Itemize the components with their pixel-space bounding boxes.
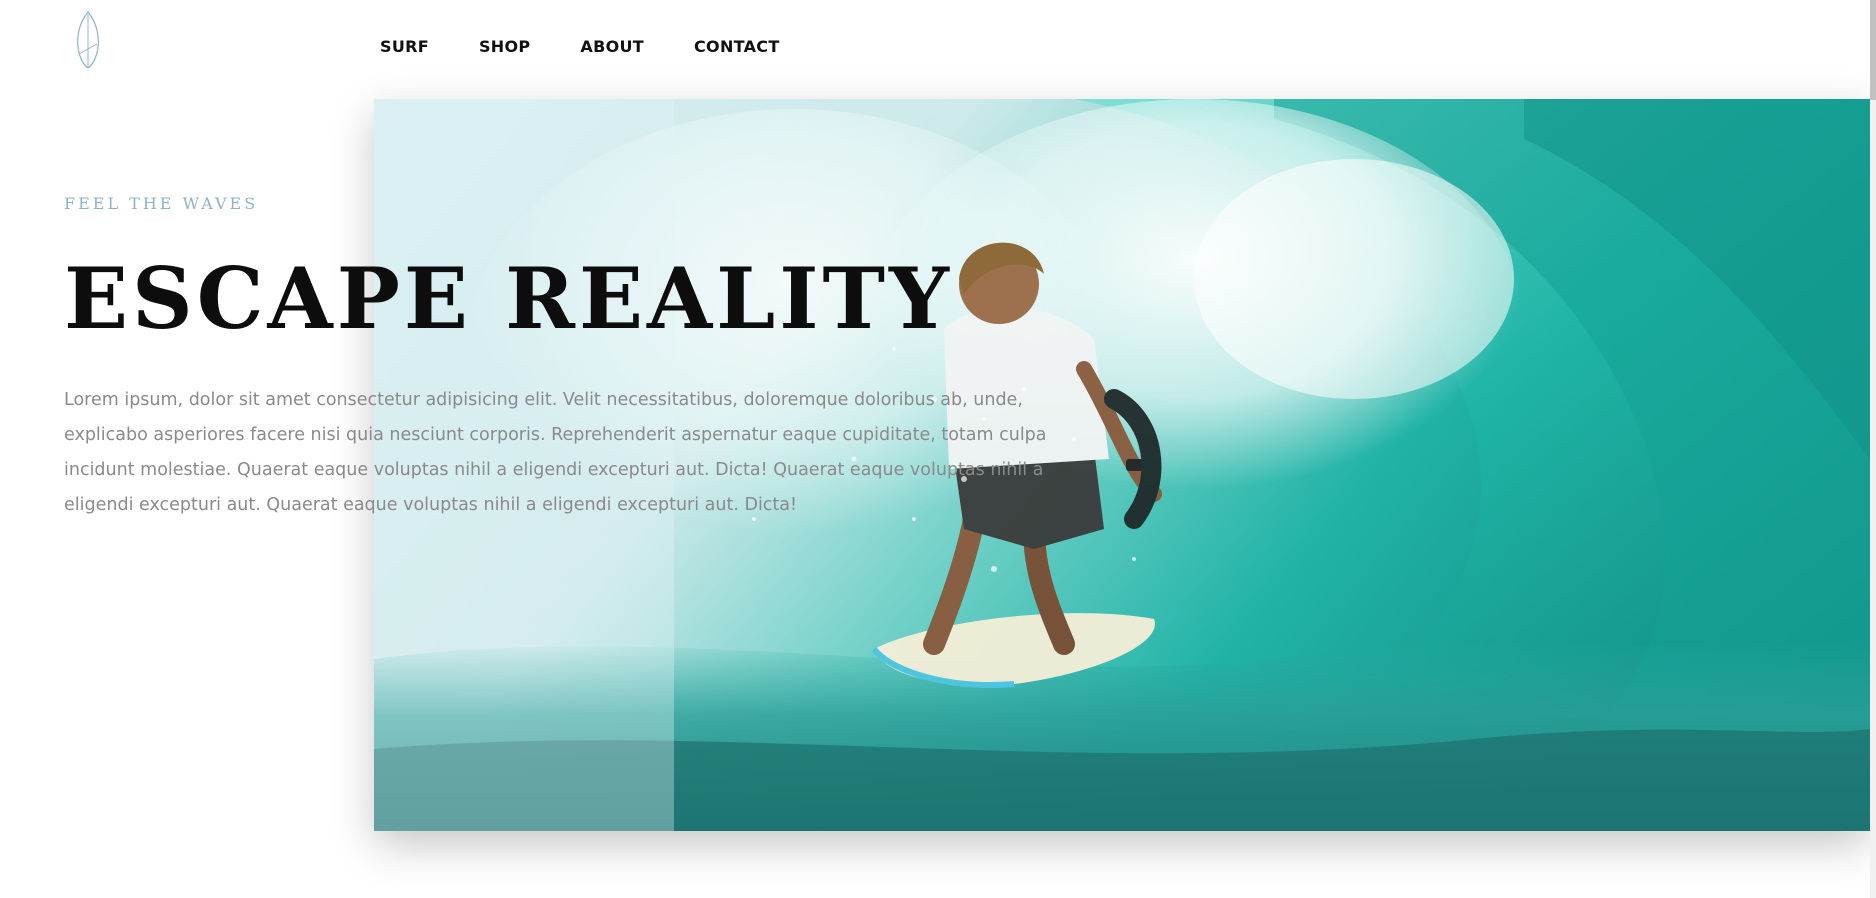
nav-link-surf[interactable]: SURF bbox=[380, 36, 429, 58]
scrollbar-thumb[interactable] bbox=[1870, 0, 1876, 100]
hero-eyebrow: FEEL THE WAVES bbox=[64, 194, 259, 213]
main-nav: SURF SHOP ABOUT CONTACT bbox=[380, 36, 830, 58]
nav-link-shop[interactable]: SHOP bbox=[479, 36, 530, 58]
nav-link-contact[interactable]: CONTACT bbox=[694, 36, 780, 58]
page-scrollbar[interactable] bbox=[1870, 0, 1876, 898]
hero-text: FEEL THE WAVES ESCAPE REALITY Lorem ipsu… bbox=[64, 194, 1064, 523]
nav-link-about[interactable]: ABOUT bbox=[580, 36, 644, 58]
hero-body-text: Lorem ipsum, dolor sit amet consectetur … bbox=[64, 390, 1047, 515]
hero-headline: ESCAPE REALITY bbox=[64, 249, 953, 348]
surfboard-logo-icon[interactable] bbox=[72, 10, 104, 70]
